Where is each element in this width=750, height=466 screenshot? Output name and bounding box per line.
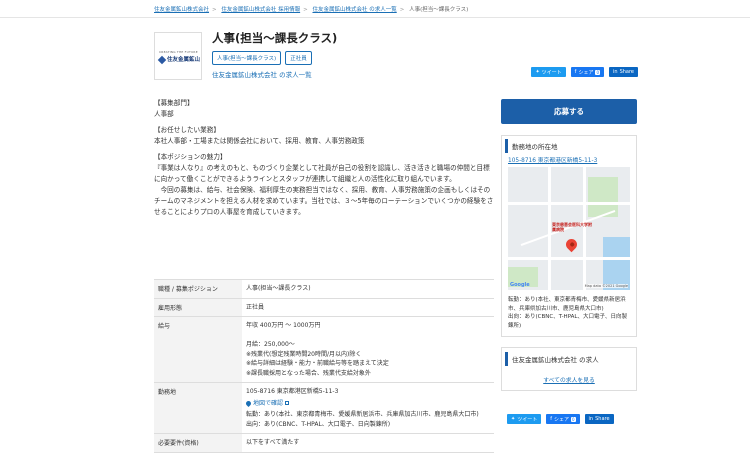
facebook-share-button[interactable]: f シェア 0 [546,414,580,424]
salary-value: 年収 400万円 〜 1000万円 月給：250,000～ ※残業代(想定残業時… [246,322,389,377]
tweet-label: ツイート [517,416,538,423]
company-jobs-box: 住友金属鉱山株式会社 の求人 すべての求人を見る [501,347,637,391]
breadcrumb: 住友金属鉱山株式会社 > 住友金属鉱山株式会社 採用情報 > 住友金属鉱山株式会社 … [154,7,469,13]
tweet-button[interactable]: ✦ ツイート [507,414,542,424]
company-jobs-link[interactable]: 住友金属鉱山株式会社 の求人一覧 [212,69,312,79]
desc-appeal: 【本ポジションの魅力】 『事業は人なり』の考えのもと、ものづくり企業として社員が… [154,153,494,216]
facebook-count: 0 [595,69,600,75]
table-row: 必要要件(資格) 以下をすべて満たす [154,434,494,453]
twitter-icon: ✦ [511,416,516,422]
location-map[interactable]: 東京慈恵会医科大学附属病院 Google Map data ©2021 Goog… [508,167,630,290]
row-label: 雇用形態 [154,298,242,316]
address-link[interactable]: 105-8716 東京都港区新橋5-11-3 [502,158,603,164]
table-row: 勤務地 105-8716 東京都港区新橋5-11-3 地図で確認 転勤：あり(本… [154,383,494,434]
all-jobs-link[interactable]: すべての求人を見る [502,375,636,384]
map-pin-icon [244,399,253,407]
map-link-label: 地図で確認 [253,399,284,407]
facebook-label: シェア [578,69,594,76]
page-title: 人事(担当〜課長クラス) [212,31,338,45]
job-header: CREATING THE FUTURE 住友金属鉱山 人事(担当〜課長クラス) … [154,28,638,88]
table-row: 給与 年収 400万円 〜 1000万円 月給：250,000～ ※残業代(想定… [154,317,494,383]
facebook-count: 0 [571,416,576,422]
desc-duties: 【お任せしたい業務】 本社人事部・工場または関係会社において、採用、教育、人事労… [154,126,365,145]
breadcrumb-link-recruit[interactable]: 住友金属鉱山株式会社 採用情報 [221,7,300,13]
facebook-icon: f [550,416,552,422]
location-box: 勤務地の所在地 105-8716 東京都港区新橋5-11-3 東京慈恵会医科大学… [501,135,637,337]
access-info: 転勤：あり(本社、東京都青梅市、愛媛県新居浜市、兵庫県加古川市、鹿児島県大口市)… [508,297,627,329]
share-buttons: ✦ ツイート f シェア 0 in Share [531,67,638,77]
linkedin-label: Share [595,416,610,422]
logo-mark-icon [157,55,167,65]
row-value: 以下をすべて満たす [246,439,300,446]
linkedin-share-button[interactable]: in Share [609,67,638,77]
facebook-label: シェア [553,416,569,423]
breadcrumb-link-jobs[interactable]: 住友金属鉱山株式会社 の求人一覧 [312,7,396,13]
tweet-label: ツイート [541,69,562,76]
row-label: 勤務地 [154,383,242,433]
row-label: 必要要件(資格) [154,434,242,452]
map-place-label: 東京慈恵会医科大学附属病院 [552,222,592,232]
apply-button[interactable]: 応募する [501,99,637,124]
breadcrumb-current: 人事(担当〜課長クラス) [409,7,469,13]
linkedin-label: Share [619,69,634,75]
tweet-button[interactable]: ✦ ツイート [531,67,566,77]
linkedin-share-button[interactable]: in Share [584,414,614,424]
row-value: 正社員 [246,303,265,311]
logo-tagline: CREATING THE FUTURE [159,50,198,54]
linkedin-icon: in [613,69,618,75]
external-link-icon [285,401,290,406]
sidebar-share-buttons: ✦ ツイート f シェア 0 in Share [507,414,614,424]
company-logo: CREATING THE FUTURE 住友金属鉱山 [154,32,202,80]
google-logo: Google [510,282,530,288]
facebook-icon: f [574,69,577,75]
sidebar: 応募する 勤務地の所在地 105-8716 東京都港区新橋5-11-3 東京慈恵… [501,99,637,391]
row-label: 職種 / 募集ポジション [154,280,242,298]
desc-department: 【募集部門】 人事部 [154,99,194,118]
row-value: 人事(担当〜課長クラス) [246,285,311,292]
job-description: 【募集部門】 人事部 【お任せしたい業務】 本社人事部・工場または関係会社におい… [154,98,494,223]
table-row: 雇用形態 正社員 [154,298,494,317]
twitter-icon: ✦ [535,69,540,75]
location-heading: 勤務地の所在地 [505,139,636,153]
location-value: 105-8716 東京都港区新橋5-11-3 [246,388,339,395]
map-confirm-link[interactable]: 地図で確認 [244,399,290,409]
transfer-info: 転勤：あり(本社、東京都青梅市、愛媛県新居浜市、兵庫県加古川市、鹿児島県大口市)… [246,411,479,428]
job-tags: 人事(担当〜課長クラス) 正社員 [212,51,312,65]
breadcrumb-link-company[interactable]: 住友金属鉱山株式会社 [154,7,209,13]
linkedin-icon: in [588,416,594,422]
table-row: 職種 / 募集ポジション 人事(担当〜課長クラス) [154,280,494,299]
tag-position[interactable]: 人事(担当〜課長クラス) [212,51,282,65]
top-bar: 住友金属鉱山株式会社 > 住友金属鉱山株式会社 採用情報 > 住友金属鉱山株式会社 … [0,0,750,18]
row-label: 給与 [154,317,242,382]
map-marker-icon [563,236,580,253]
job-details-table: 職種 / 募集ポジション 人事(担当〜課長クラス) 雇用形態 正社員 給与 年収… [154,279,494,453]
facebook-share-button[interactable]: f シェア 0 [570,67,604,77]
map-copyright: Map data ©2021 Google [584,284,628,288]
tag-employment[interactable]: 正社員 [285,51,312,65]
logo-name: 住友金属鉱山 [167,57,201,63]
company-jobs-heading: 住友金属鉱山株式会社 の求人 [505,352,636,366]
